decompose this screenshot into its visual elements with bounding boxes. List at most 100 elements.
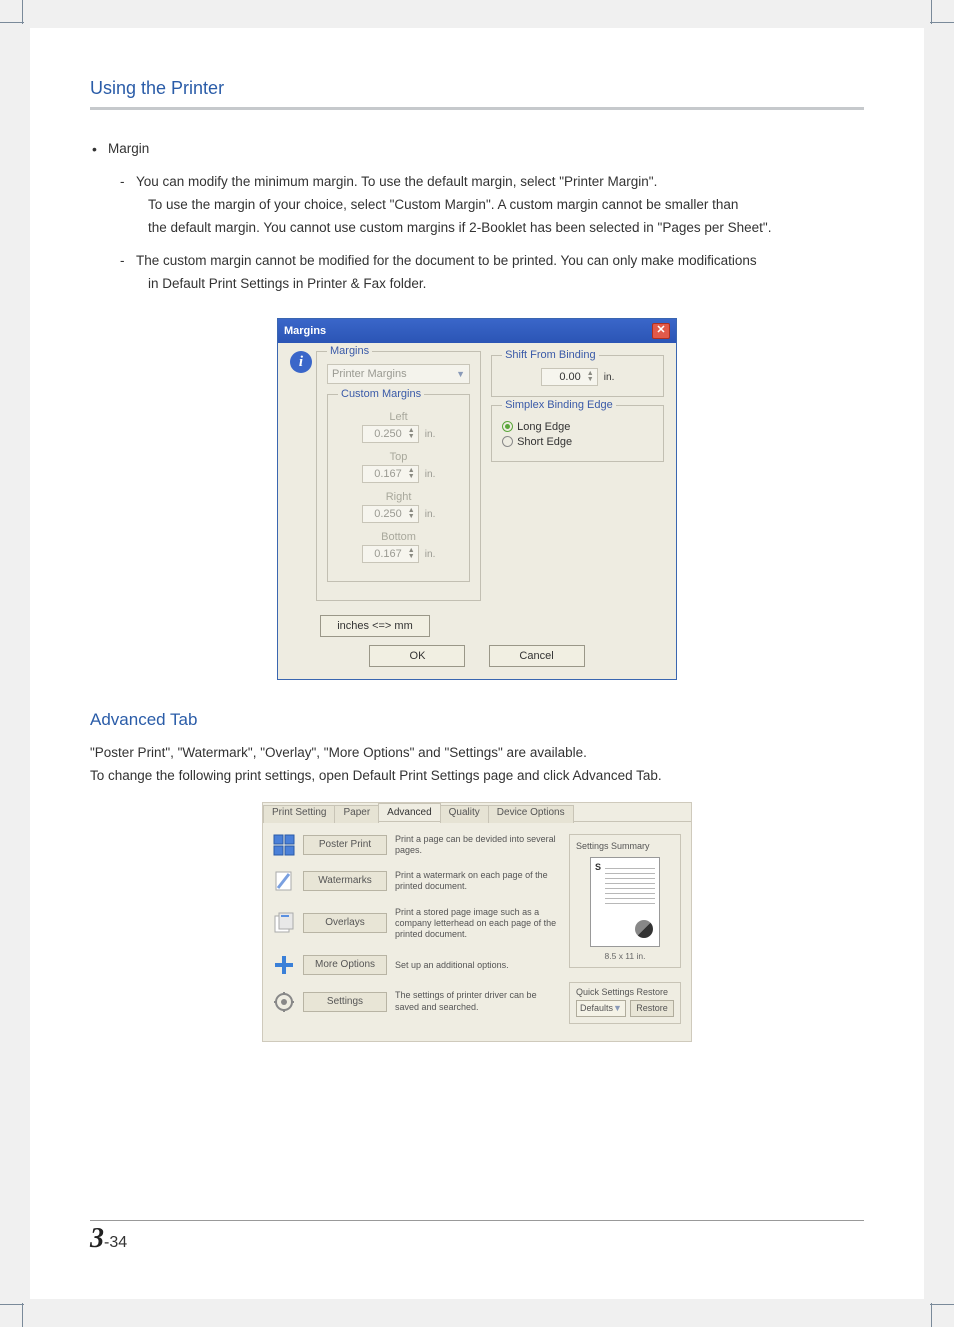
overlays-desc: Print a stored page image such as a comp… [395, 907, 559, 941]
unit-label: in. [425, 509, 436, 520]
advanced-p2: To change the following print settings, … [90, 768, 662, 783]
radio-off-icon [502, 436, 513, 447]
restore-button[interactable]: Restore [630, 1000, 674, 1017]
radio-on-icon [502, 421, 513, 432]
margin-desc-line: in Default Print Settings in Printer & F… [148, 276, 426, 291]
margin-mode-select[interactable]: Printer Margins ▼ [327, 364, 470, 384]
tab-strip: Print Setting Paper Advanced Quality Dev… [263, 803, 691, 821]
advanced-tab-desc: "Poster Print", "Watermark", "Overlay", … [90, 742, 864, 788]
left-label: Left [338, 411, 459, 423]
crop-mark [0, 1304, 24, 1305]
dialog-titlebar: Margins ✕ [278, 319, 676, 343]
unit-label: in. [604, 372, 615, 383]
margins-legend: Margins [327, 345, 372, 357]
more-options-row: More Options Set up an additional option… [273, 954, 559, 976]
poster-print-icon [273, 834, 295, 856]
margins-dialog: Margins ✕ i Margins Printer Margins [277, 318, 677, 680]
custom-margins-legend: Custom Margins [338, 388, 424, 400]
units-toggle-button[interactable]: inches <=> mm [320, 615, 430, 637]
advanced-panel: Print Setting Paper Advanced Quality Dev… [262, 802, 692, 1042]
watermarks-row: Watermarks Print a watermark on each pag… [273, 870, 559, 893]
body-text: Margin You can modify the minimum margin… [90, 138, 864, 296]
short-edge-label: Short Edge [517, 436, 572, 448]
margins-dialog-figure: Margins ✕ i Margins Printer Margins [90, 318, 864, 680]
crop-mark [931, 1303, 932, 1327]
tab-advanced[interactable]: Advanced [378, 803, 440, 821]
margin-desc-line: To use the margin of your choice, select… [148, 197, 738, 212]
crop-mark [930, 1304, 954, 1305]
bottom-label: Bottom [338, 531, 459, 543]
right-margin-input[interactable]: ▲▼ [362, 505, 419, 523]
footer-divider [90, 1220, 864, 1221]
overlays-row: Overlays Print a stored page image such … [273, 907, 559, 941]
overlays-icon [273, 912, 295, 934]
overlays-button[interactable]: Overlays [303, 913, 387, 933]
watermarks-icon [273, 870, 295, 892]
page-suffix: -34 [104, 1234, 127, 1251]
page-number: 3-34 [90, 1223, 127, 1255]
unit-label: in. [425, 429, 436, 440]
shift-binding-legend: Shift From Binding [502, 349, 598, 361]
settings-summary-title: Settings Summary [576, 841, 674, 851]
tab-paper[interactable]: Paper [334, 805, 379, 823]
margin-desc-line: The custom margin cannot be modified for… [136, 253, 757, 268]
restore-select-value: Defaults [580, 1003, 613, 1013]
chevron-down-icon: ▼ [456, 369, 465, 379]
advanced-p1: "Poster Print", "Watermark", "Overlay", … [90, 745, 587, 760]
tab-device-options[interactable]: Device Options [488, 805, 574, 823]
more-options-icon [273, 954, 295, 976]
crop-mark [930, 22, 954, 23]
paper-preview-icon: S [590, 857, 660, 947]
tab-print-setting[interactable]: Print Setting [263, 805, 335, 823]
ok-button[interactable]: OK [369, 645, 465, 667]
margin-mode-value: Printer Margins [332, 368, 407, 380]
top-label: Top [338, 451, 459, 463]
margin-desc-line: the default margin. You cannot use custo… [148, 220, 771, 235]
settings-summary-box: Settings Summary S 8.5 x 11 in. [569, 834, 681, 968]
margin-desc-line: You can modify the minimum margin. To us… [136, 174, 657, 189]
settings-button[interactable]: Settings [303, 992, 387, 1012]
dialog-title-text: Margins [284, 325, 326, 337]
info-icon: i [290, 351, 312, 373]
top-margin-input[interactable]: ▲▼ [362, 465, 419, 483]
poster-print-desc: Print a page can be devided into several… [395, 834, 559, 857]
advanced-tab-heading: Advanced Tab [90, 710, 864, 730]
crop-mark [22, 0, 23, 24]
long-edge-radio[interactable]: Long Edge [502, 421, 653, 433]
paper-size-label: 8.5 x 11 in. [576, 951, 674, 961]
long-edge-label: Long Edge [517, 421, 570, 433]
poster-print-button[interactable]: Poster Print [303, 835, 387, 855]
settings-row: Settings The settings of printer driver … [273, 990, 559, 1013]
advanced-panel-figure: Print Setting Paper Advanced Quality Dev… [90, 802, 864, 1042]
quick-settings-restore-title: Quick Settings Restore [576, 987, 674, 997]
crop-mark [931, 0, 932, 24]
bullet-margin: Margin [108, 141, 149, 156]
more-options-desc: Set up an additional options. [395, 960, 509, 971]
short-edge-radio[interactable]: Short Edge [502, 436, 653, 448]
settings-gear-icon [273, 991, 295, 1013]
unit-label: in. [425, 469, 436, 480]
left-margin-input[interactable]: ▲▼ [362, 425, 419, 443]
section-title: Using the Printer [90, 78, 864, 110]
cancel-button[interactable]: Cancel [489, 645, 585, 667]
crop-mark [22, 1303, 23, 1327]
poster-print-row: Poster Print Print a page can be devided… [273, 834, 559, 857]
watermarks-button[interactable]: Watermarks [303, 871, 387, 891]
quick-settings-restore-box: Quick Settings Restore Defaults ▼ Restor… [569, 982, 681, 1024]
settings-desc: The settings of printer driver can be sa… [395, 990, 559, 1013]
more-options-button[interactable]: More Options [303, 955, 387, 975]
right-label: Right [338, 491, 459, 503]
chevron-down-icon: ▼ [613, 1003, 622, 1013]
close-icon[interactable]: ✕ [652, 323, 670, 339]
bottom-margin-input[interactable]: ▲▼ [362, 545, 419, 563]
watermarks-desc: Print a watermark on each page of the pr… [395, 870, 559, 893]
shift-binding-input[interactable]: ▲▼ [541, 368, 598, 386]
unit-label: in. [425, 549, 436, 560]
tab-quality[interactable]: Quality [440, 805, 489, 823]
crop-mark [0, 22, 24, 23]
restore-select[interactable]: Defaults ▼ [576, 1000, 626, 1017]
chapter-number: 3 [90, 1223, 104, 1254]
preview-s-label: S [595, 862, 601, 872]
page-content: Using the Printer Margin You can modify … [30, 28, 924, 1299]
simplex-binding-legend: Simplex Binding Edge [502, 399, 616, 411]
